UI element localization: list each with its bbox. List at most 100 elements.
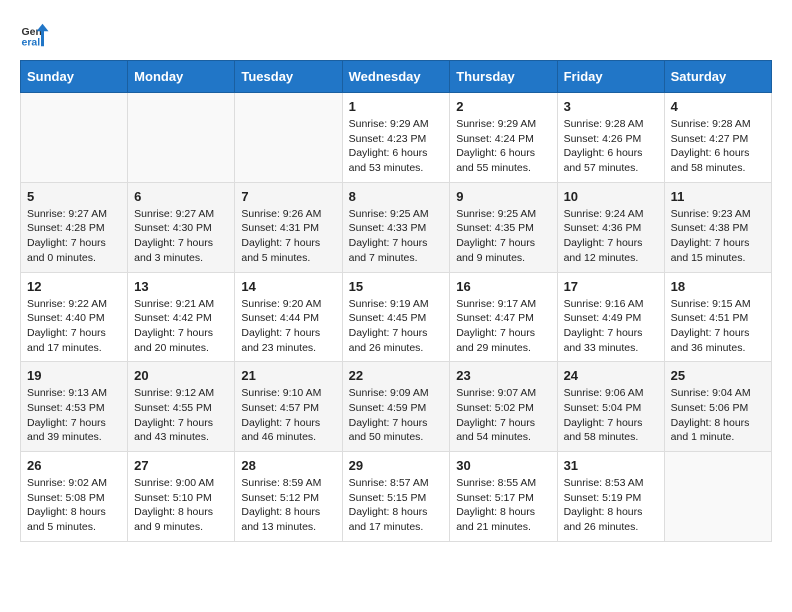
calendar-table: SundayMondayTuesdayWednesdayThursdayFrid… [20, 60, 772, 542]
day-info: Sunrise: 9:12 AM Sunset: 4:55 PM Dayligh… [134, 386, 228, 445]
daylight-text: Daylight: 8 hours and 9 minutes. [134, 506, 213, 533]
day-number: 31 [564, 458, 658, 473]
day-info: Sunrise: 8:59 AM Sunset: 5:12 PM Dayligh… [241, 476, 335, 535]
day-number: 28 [241, 458, 335, 473]
weekday-header: Wednesday [342, 61, 450, 93]
calendar-week-row: 12 Sunrise: 9:22 AM Sunset: 4:40 PM Dayl… [21, 272, 772, 362]
day-number: 26 [27, 458, 121, 473]
sunset-text: Sunset: 4:26 PM [564, 133, 642, 145]
day-info: Sunrise: 9:07 AM Sunset: 5:02 PM Dayligh… [456, 386, 550, 445]
sunset-text: Sunset: 4:33 PM [349, 222, 427, 234]
day-number: 6 [134, 189, 228, 204]
calendar-day-cell: 13 Sunrise: 9:21 AM Sunset: 4:42 PM Dayl… [128, 272, 235, 362]
day-number: 23 [456, 368, 550, 383]
day-info: Sunrise: 9:24 AM Sunset: 4:36 PM Dayligh… [564, 207, 658, 266]
sunset-text: Sunset: 4:59 PM [349, 402, 427, 414]
daylight-text: Daylight: 8 hours and 5 minutes. [27, 506, 106, 533]
day-info: Sunrise: 9:27 AM Sunset: 4:30 PM Dayligh… [134, 207, 228, 266]
calendar-day-cell: 26 Sunrise: 9:02 AM Sunset: 5:08 PM Dayl… [21, 452, 128, 542]
calendar-day-cell: 10 Sunrise: 9:24 AM Sunset: 4:36 PM Dayl… [557, 182, 664, 272]
day-info: Sunrise: 9:29 AM Sunset: 4:24 PM Dayligh… [456, 117, 550, 176]
calendar-day-cell: 4 Sunrise: 9:28 AM Sunset: 4:27 PM Dayli… [664, 93, 771, 183]
day-info: Sunrise: 8:55 AM Sunset: 5:17 PM Dayligh… [456, 476, 550, 535]
day-number: 27 [134, 458, 228, 473]
sunset-text: Sunset: 4:35 PM [456, 222, 534, 234]
day-info: Sunrise: 9:00 AM Sunset: 5:10 PM Dayligh… [134, 476, 228, 535]
day-number: 25 [671, 368, 765, 383]
daylight-text: Daylight: 7 hours and 12 minutes. [564, 237, 643, 264]
sunrise-text: Sunrise: 9:23 AM [671, 208, 751, 220]
daylight-text: Daylight: 6 hours and 55 minutes. [456, 147, 535, 174]
daylight-text: Daylight: 8 hours and 21 minutes. [456, 506, 535, 533]
calendar-day-cell [664, 452, 771, 542]
calendar-day-cell: 5 Sunrise: 9:27 AM Sunset: 4:28 PM Dayli… [21, 182, 128, 272]
day-number: 11 [671, 189, 765, 204]
day-info: Sunrise: 9:22 AM Sunset: 4:40 PM Dayligh… [27, 297, 121, 356]
calendar-day-cell: 29 Sunrise: 8:57 AM Sunset: 5:15 PM Dayl… [342, 452, 450, 542]
calendar-day-cell: 1 Sunrise: 9:29 AM Sunset: 4:23 PM Dayli… [342, 93, 450, 183]
sunrise-text: Sunrise: 9:13 AM [27, 387, 107, 399]
day-info: Sunrise: 9:04 AM Sunset: 5:06 PM Dayligh… [671, 386, 765, 445]
calendar-day-cell: 24 Sunrise: 9:06 AM Sunset: 5:04 PM Dayl… [557, 362, 664, 452]
sunset-text: Sunset: 5:19 PM [564, 492, 642, 504]
sunrise-text: Sunrise: 9:28 AM [564, 118, 644, 130]
day-info: Sunrise: 9:10 AM Sunset: 4:57 PM Dayligh… [241, 386, 335, 445]
weekday-row: SundayMondayTuesdayWednesdayThursdayFrid… [21, 61, 772, 93]
sunrise-text: Sunrise: 9:16 AM [564, 298, 644, 310]
calendar-day-cell: 8 Sunrise: 9:25 AM Sunset: 4:33 PM Dayli… [342, 182, 450, 272]
sunset-text: Sunset: 4:51 PM [671, 312, 749, 324]
calendar-day-cell: 2 Sunrise: 9:29 AM Sunset: 4:24 PM Dayli… [450, 93, 557, 183]
weekday-header: Thursday [450, 61, 557, 93]
daylight-text: Daylight: 7 hours and 15 minutes. [671, 237, 750, 264]
daylight-text: Daylight: 7 hours and 46 minutes. [241, 417, 320, 444]
sunrise-text: Sunrise: 9:07 AM [456, 387, 536, 399]
day-info: Sunrise: 9:28 AM Sunset: 4:26 PM Dayligh… [564, 117, 658, 176]
day-info: Sunrise: 9:09 AM Sunset: 4:59 PM Dayligh… [349, 386, 444, 445]
day-info: Sunrise: 9:19 AM Sunset: 4:45 PM Dayligh… [349, 297, 444, 356]
sunrise-text: Sunrise: 9:12 AM [134, 387, 214, 399]
calendar-week-row: 5 Sunrise: 9:27 AM Sunset: 4:28 PM Dayli… [21, 182, 772, 272]
day-info: Sunrise: 9:27 AM Sunset: 4:28 PM Dayligh… [27, 207, 121, 266]
day-number: 29 [349, 458, 444, 473]
calendar-day-cell: 12 Sunrise: 9:22 AM Sunset: 4:40 PM Dayl… [21, 272, 128, 362]
sunrise-text: Sunrise: 8:53 AM [564, 477, 644, 489]
day-number: 21 [241, 368, 335, 383]
day-info: Sunrise: 9:13 AM Sunset: 4:53 PM Dayligh… [27, 386, 121, 445]
day-info: Sunrise: 9:29 AM Sunset: 4:23 PM Dayligh… [349, 117, 444, 176]
daylight-text: Daylight: 7 hours and 20 minutes. [134, 327, 213, 354]
sunrise-text: Sunrise: 8:57 AM [349, 477, 429, 489]
day-info: Sunrise: 9:16 AM Sunset: 4:49 PM Dayligh… [564, 297, 658, 356]
sunrise-text: Sunrise: 9:00 AM [134, 477, 214, 489]
daylight-text: Daylight: 7 hours and 33 minutes. [564, 327, 643, 354]
day-info: Sunrise: 8:57 AM Sunset: 5:15 PM Dayligh… [349, 476, 444, 535]
day-number: 18 [671, 279, 765, 294]
daylight-text: Daylight: 8 hours and 13 minutes. [241, 506, 320, 533]
calendar-header: SundayMondayTuesdayWednesdayThursdayFrid… [21, 61, 772, 93]
day-number: 17 [564, 279, 658, 294]
day-number: 9 [456, 189, 550, 204]
calendar-day-cell: 9 Sunrise: 9:25 AM Sunset: 4:35 PM Dayli… [450, 182, 557, 272]
sunset-text: Sunset: 5:06 PM [671, 402, 749, 414]
calendar-day-cell: 22 Sunrise: 9:09 AM Sunset: 4:59 PM Dayl… [342, 362, 450, 452]
daylight-text: Daylight: 8 hours and 1 minute. [671, 417, 750, 444]
calendar-day-cell: 11 Sunrise: 9:23 AM Sunset: 4:38 PM Dayl… [664, 182, 771, 272]
sunrise-text: Sunrise: 9:15 AM [671, 298, 751, 310]
day-info: Sunrise: 9:28 AM Sunset: 4:27 PM Dayligh… [671, 117, 765, 176]
svg-text:eral: eral [22, 37, 41, 49]
weekday-header: Friday [557, 61, 664, 93]
calendar-week-row: 19 Sunrise: 9:13 AM Sunset: 4:53 PM Dayl… [21, 362, 772, 452]
sunset-text: Sunset: 5:12 PM [241, 492, 319, 504]
calendar-day-cell: 16 Sunrise: 9:17 AM Sunset: 4:47 PM Dayl… [450, 272, 557, 362]
calendar-day-cell: 6 Sunrise: 9:27 AM Sunset: 4:30 PM Dayli… [128, 182, 235, 272]
sunset-text: Sunset: 4:30 PM [134, 222, 212, 234]
sunrise-text: Sunrise: 9:29 AM [456, 118, 536, 130]
page-header: Gen eral [20, 20, 772, 50]
sunrise-text: Sunrise: 8:55 AM [456, 477, 536, 489]
sunset-text: Sunset: 4:47 PM [456, 312, 534, 324]
weekday-header: Tuesday [235, 61, 342, 93]
sunrise-text: Sunrise: 9:06 AM [564, 387, 644, 399]
sunrise-text: Sunrise: 9:21 AM [134, 298, 214, 310]
calendar-day-cell [235, 93, 342, 183]
daylight-text: Daylight: 7 hours and 58 minutes. [564, 417, 643, 444]
sunset-text: Sunset: 4:53 PM [27, 402, 105, 414]
